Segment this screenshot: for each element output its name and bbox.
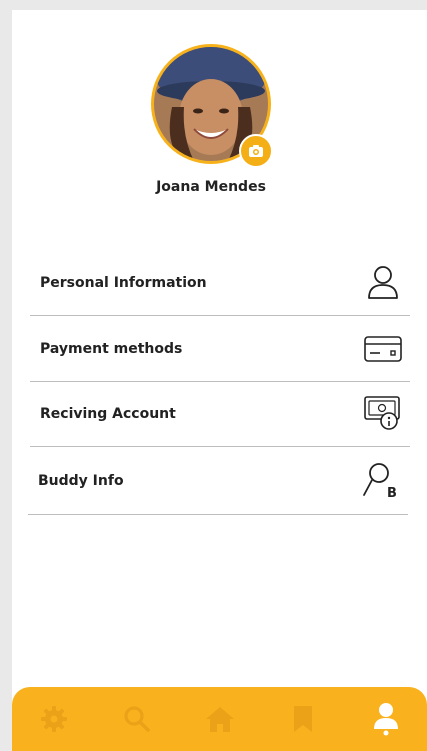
camera-icon [249,145,263,157]
home-icon [205,707,234,732]
menu-item-buddy-info[interactable]: Buddy Info B [28,447,408,515]
profile-name: Joana Mendes [156,179,266,195]
user-icon [362,262,404,304]
profile-icon [373,703,398,736]
avatar-container [151,44,273,168]
buddy-badge: B [387,486,397,501]
settings-icon [40,706,67,732]
money-account-icon [362,393,404,435]
tab-bookmark[interactable] [279,695,327,743]
change-photo-button[interactable] [239,134,273,168]
bookmark-icon [293,706,312,732]
menu-item-label: Personal Information [40,274,207,291]
search-icon [123,706,150,732]
tab-profile[interactable] [362,695,410,743]
buddy-icon: B [360,460,402,502]
menu-item-receiving-account[interactable]: Reciving Account [30,381,410,447]
menu-item-label: Payment methods [40,340,183,357]
credit-card-icon [362,328,404,370]
profile-screen: Joana Mendes Personal Information Paymen… [12,10,427,751]
tab-settings[interactable] [30,695,78,743]
menu-item-label: Reciving Account [40,405,176,422]
menu-item-personal-information[interactable]: Personal Information [30,250,410,316]
tab-home[interactable] [196,695,244,743]
menu-item-payment-methods[interactable]: Payment methods [30,316,410,382]
tab-search[interactable] [113,695,161,743]
bottom-tab-bar [12,687,427,751]
menu-item-label: Buddy Info [38,472,124,489]
